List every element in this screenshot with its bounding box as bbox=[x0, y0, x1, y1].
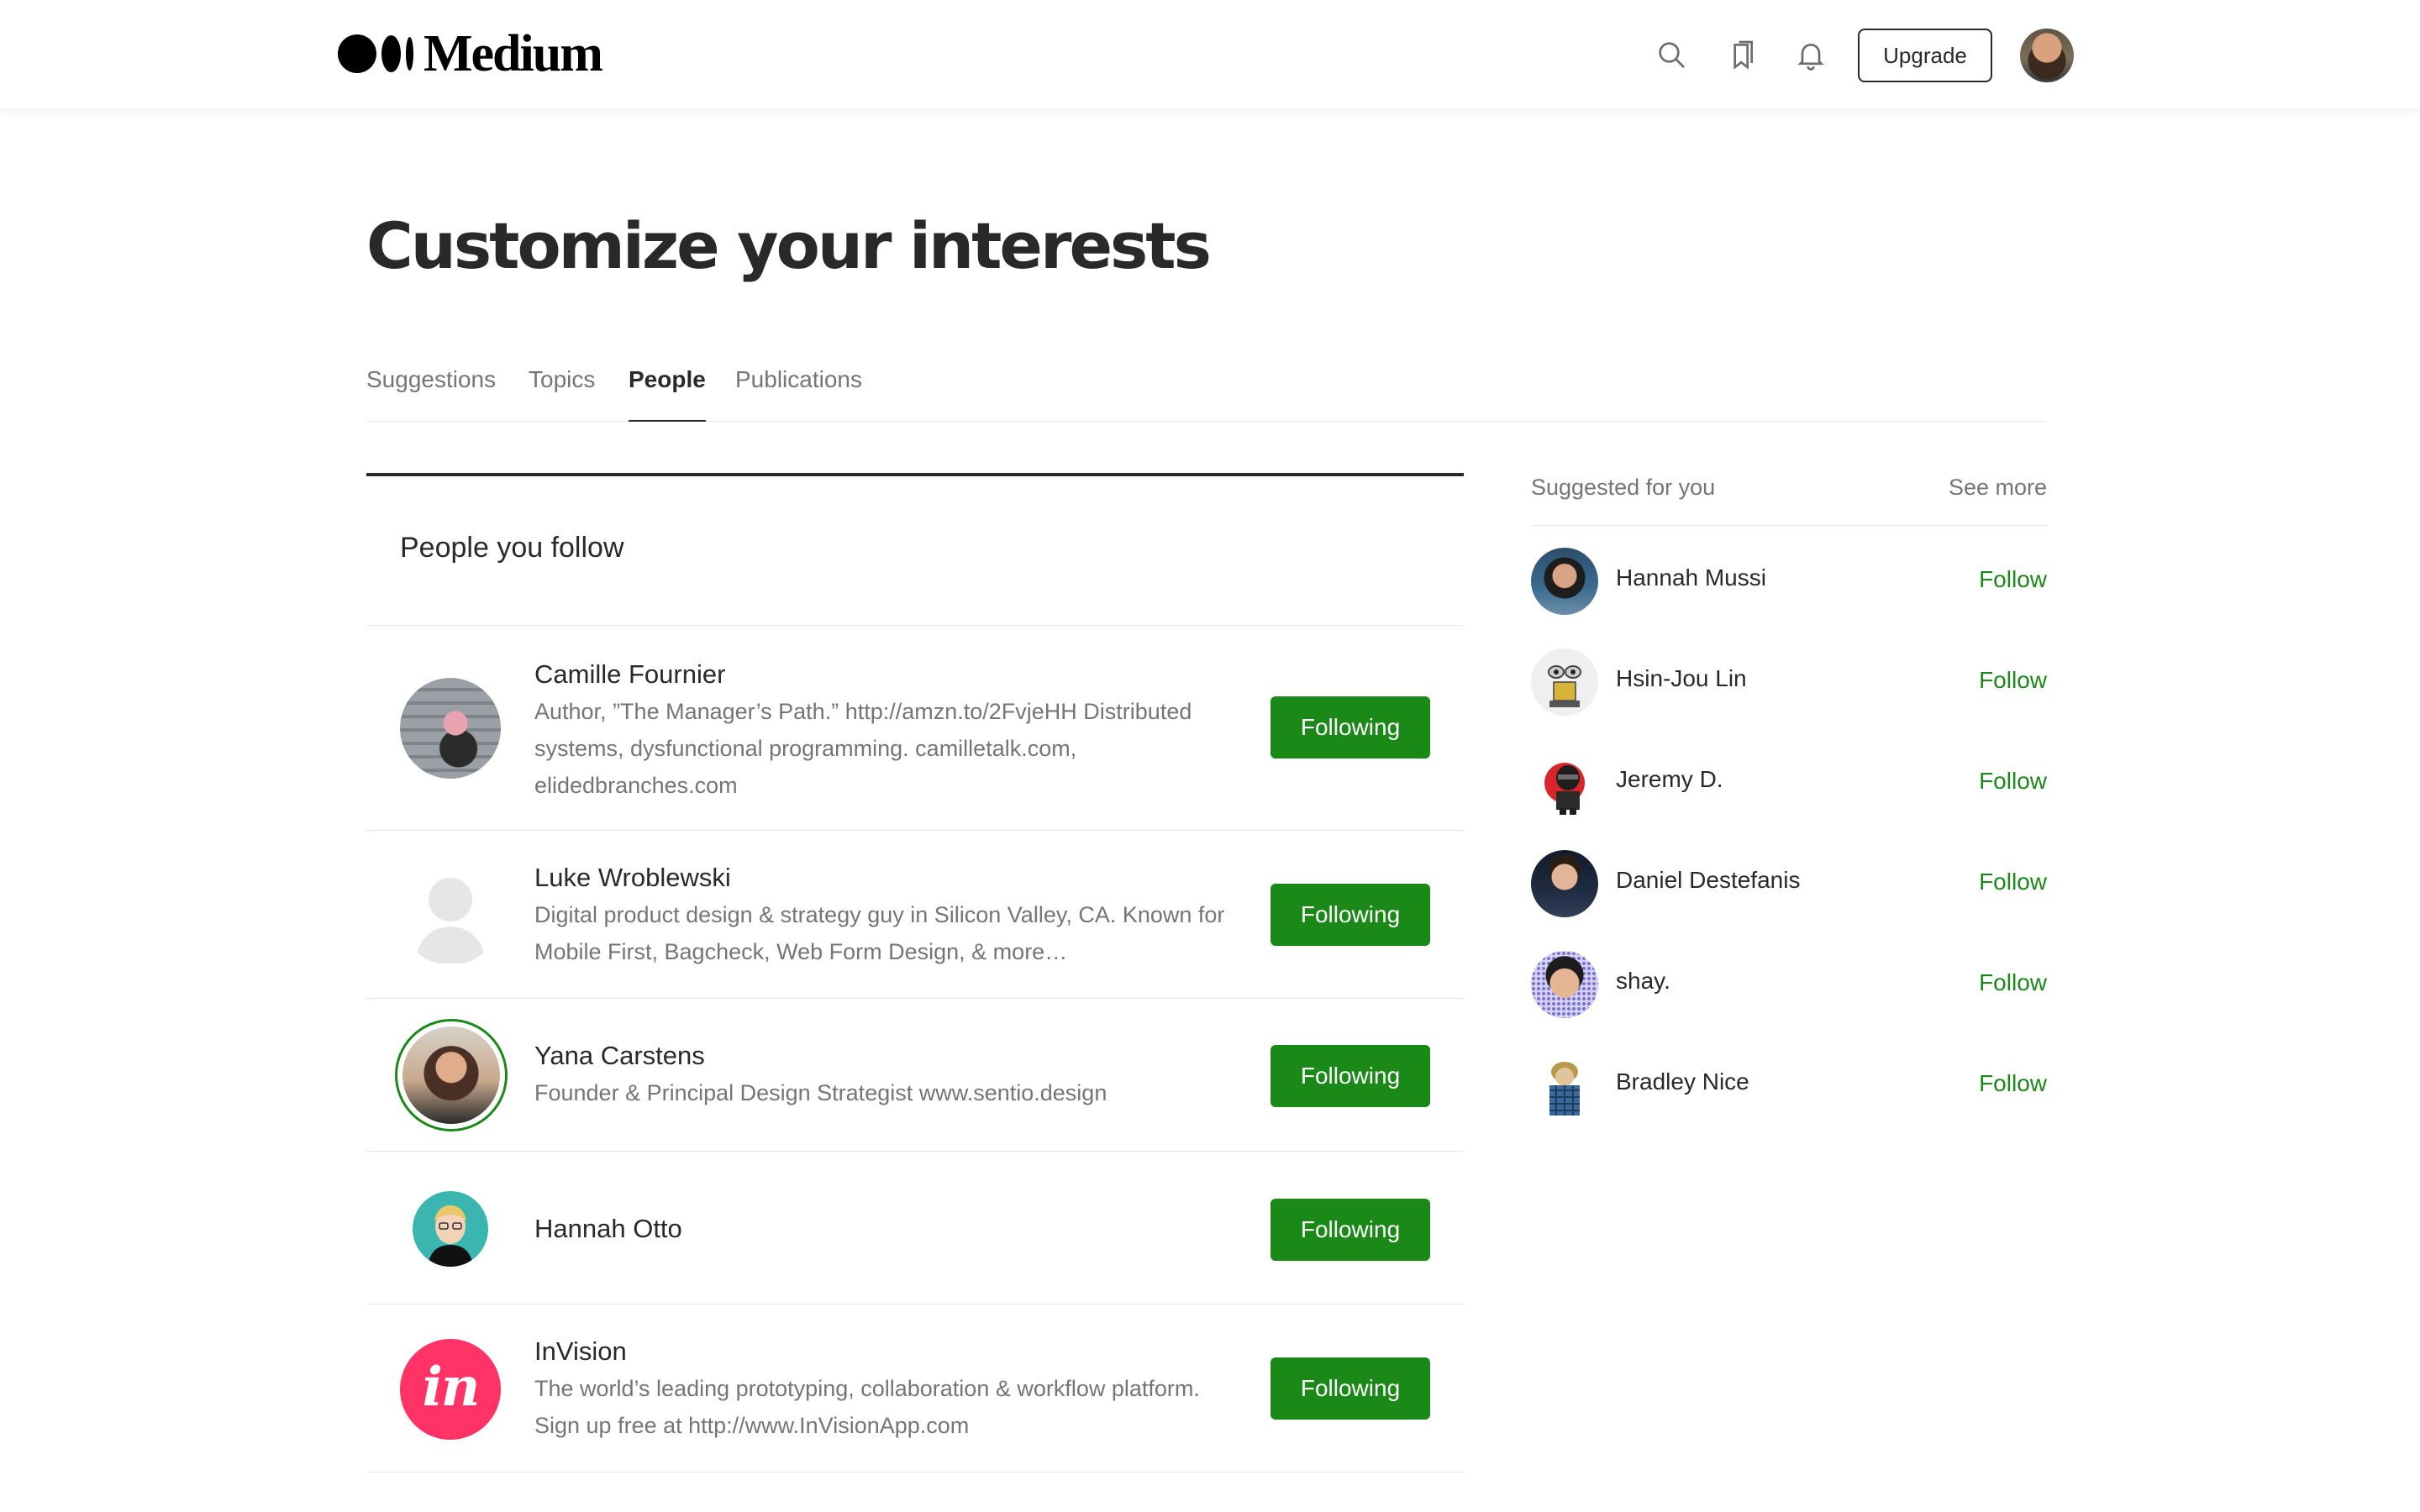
medium-logo-text: Medium bbox=[424, 25, 603, 82]
follow-button[interactable]: Follow bbox=[1979, 969, 2047, 996]
suggested-title: Suggested for you bbox=[1531, 475, 1716, 500]
interest-tabs: Suggestions Topics People Publications bbox=[366, 366, 2045, 422]
person-bio: Author, ”The Manager’s Path.” http://amz… bbox=[534, 699, 1192, 798]
suggested-name[interactable]: shay. bbox=[1616, 968, 1670, 995]
suggested-name[interactable]: Daniel Destefanis bbox=[1616, 867, 1800, 894]
medium-logo[interactable]: Medium bbox=[338, 25, 603, 82]
person-name[interactable]: Yana Carstens bbox=[534, 1039, 1232, 1073]
suggested-person: Daniel Destefanis Follow bbox=[1531, 833, 2047, 934]
tab-suggestions[interactable]: Suggestions bbox=[366, 366, 496, 422]
person-bio: Digital product design & strategy guy in… bbox=[534, 902, 1225, 964]
person-name[interactable]: Camille Fournier bbox=[534, 658, 1232, 691]
avatar[interactable] bbox=[1531, 548, 1598, 615]
avatar[interactable] bbox=[1531, 1052, 1598, 1119]
suggested-name[interactable]: Bradley Nice bbox=[1616, 1068, 1749, 1095]
following-row-invision: in InVision The world’s leading prototyp… bbox=[366, 1305, 1464, 1473]
upgrade-button[interactable]: Upgrade bbox=[1858, 29, 1992, 82]
avatar[interactable] bbox=[1531, 648, 1598, 716]
following-button[interactable]: Following bbox=[1270, 884, 1430, 946]
suggested-name[interactable]: Hsin-Jou Lin bbox=[1616, 665, 1747, 692]
tab-people[interactable]: People bbox=[629, 366, 706, 422]
following-row-camille-fournier: Camille Fournier Author, ”The Manager’s … bbox=[366, 626, 1464, 831]
people-you-follow-section: People you follow Camille Fournier Autho… bbox=[366, 473, 1464, 1473]
search-icon[interactable] bbox=[1652, 35, 1691, 74]
following-button[interactable]: Following bbox=[1270, 1045, 1430, 1107]
notifications-icon[interactable] bbox=[1791, 35, 1830, 74]
avatar[interactable] bbox=[395, 1019, 508, 1131]
person-name[interactable]: Luke Wroblewski bbox=[534, 861, 1232, 895]
avatar[interactable] bbox=[1531, 850, 1598, 917]
suggested-person: Bradley Nice Follow bbox=[1531, 1035, 2047, 1136]
person-bio: The world’s leading prototyping, collabo… bbox=[534, 1376, 1200, 1438]
section-title: People you follow bbox=[366, 476, 1464, 626]
suggested-person: Jeremy D. Follow bbox=[1531, 732, 2047, 833]
following-button[interactable]: Following bbox=[1270, 1357, 1430, 1420]
following-button[interactable]: Following bbox=[1270, 696, 1430, 759]
person-bio: Founder & Principal Design Strategist ww… bbox=[534, 1080, 1107, 1105]
follow-button[interactable]: Follow bbox=[1979, 869, 2047, 895]
top-navigation-bar: Medium Upgrade bbox=[0, 0, 2420, 109]
user-avatar[interactable] bbox=[2020, 29, 2074, 82]
avatar[interactable] bbox=[1531, 749, 1598, 816]
tab-publications[interactable]: Publications bbox=[735, 366, 862, 422]
following-row-hannah-otto: Hannah Otto Following bbox=[366, 1152, 1464, 1305]
suggested-person: Hannah Mussi Follow bbox=[1531, 531, 2047, 632]
following-button[interactable]: Following bbox=[1270, 1199, 1430, 1261]
tab-topics[interactable]: Topics bbox=[529, 366, 595, 422]
invision-logo-icon[interactable]: in bbox=[400, 1339, 501, 1440]
suggested-person: Hsin-Jou Lin Follow bbox=[1531, 632, 2047, 732]
follow-button[interactable]: Follow bbox=[1979, 768, 2047, 795]
person-name[interactable]: InVision bbox=[534, 1335, 1232, 1368]
suggested-person: shay. Follow bbox=[1531, 934, 2047, 1035]
avatar[interactable] bbox=[1531, 951, 1598, 1018]
follow-button[interactable]: Follow bbox=[1979, 1070, 2047, 1097]
person-name[interactable]: Hannah Otto bbox=[534, 1212, 1232, 1246]
follow-button[interactable]: Follow bbox=[1979, 566, 2047, 593]
see-more-link[interactable]: See more bbox=[1949, 475, 2047, 501]
page-title: Customize your interests bbox=[366, 208, 1212, 283]
avatar[interactable] bbox=[400, 678, 501, 779]
avatar[interactable] bbox=[413, 1191, 488, 1267]
default-avatar-icon[interactable] bbox=[400, 864, 501, 965]
bookmarks-icon[interactable] bbox=[1723, 35, 1761, 74]
suggested-name[interactable]: Jeremy D. bbox=[1616, 766, 1723, 793]
medium-logo-mark bbox=[338, 34, 413, 73]
following-row-yana-carstens: Yana Carstens Founder & Principal Design… bbox=[366, 999, 1464, 1152]
suggested-for-you-section: Suggested for you See more Hannah Mussi … bbox=[1531, 473, 2047, 1136]
suggested-name[interactable]: Hannah Mussi bbox=[1616, 564, 1766, 591]
follow-button[interactable]: Follow bbox=[1979, 667, 2047, 694]
following-row-luke-wroblewski: Luke Wroblewski Digital product design &… bbox=[366, 831, 1464, 999]
